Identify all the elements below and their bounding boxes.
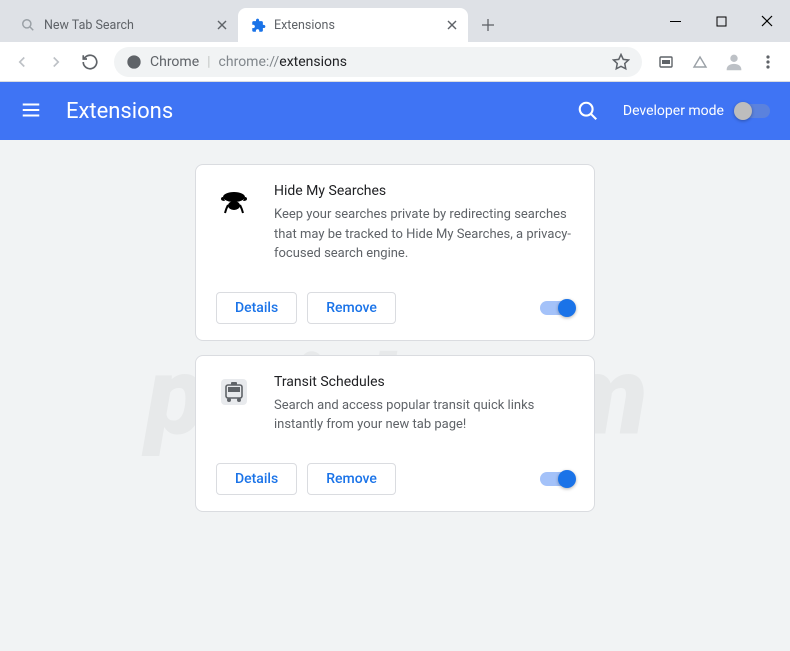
- hamburger-menu-icon[interactable]: [20, 99, 44, 123]
- url-browser-label: Chrome: [150, 54, 199, 70]
- page-title: Extensions: [66, 99, 577, 124]
- url-text: chrome://extensions: [219, 54, 347, 70]
- extension-description: Keep your searches private by redirectin…: [274, 205, 574, 264]
- address-bar[interactable]: Chrome | chrome://extensions: [114, 47, 642, 77]
- back-button[interactable]: [6, 46, 38, 78]
- minimize-button[interactable]: [652, 0, 698, 42]
- extension-card: Hide My Searches Keep your searches priv…: [195, 164, 595, 341]
- browser-titlebar: New Tab Search Extensions: [0, 0, 790, 42]
- developer-mode-toggle[interactable]: [736, 104, 770, 118]
- close-window-button[interactable]: [744, 0, 790, 42]
- search-icon: [20, 17, 36, 33]
- extensions-content: pcrisk.com Hide My Searches Keep your se…: [0, 140, 790, 651]
- search-icon[interactable]: [577, 100, 599, 122]
- close-icon[interactable]: [444, 17, 460, 33]
- extension-logo-icon: [216, 183, 252, 219]
- extension-logo-icon: [216, 374, 252, 410]
- browser-tab[interactable]: New Tab Search: [8, 8, 238, 42]
- developer-mode-label: Developer mode: [623, 103, 724, 119]
- chrome-icon: [126, 54, 142, 70]
- tab-title: New Tab Search: [44, 18, 214, 33]
- address-toolbar: Chrome | chrome://extensions: [0, 42, 790, 82]
- extension-icon-2[interactable]: [684, 46, 716, 78]
- profile-avatar-icon[interactable]: [718, 46, 750, 78]
- puzzle-icon: [250, 17, 266, 33]
- extension-name: Transit Schedules: [274, 374, 574, 390]
- bookmark-star-icon[interactable]: [612, 53, 630, 71]
- forward-button[interactable]: [40, 46, 72, 78]
- enable-toggle[interactable]: [540, 472, 574, 486]
- details-button[interactable]: Details: [216, 463, 297, 495]
- separator: |: [207, 54, 210, 70]
- close-icon[interactable]: [214, 17, 230, 33]
- extension-icon-1[interactable]: [650, 46, 682, 78]
- enable-toggle[interactable]: [540, 301, 574, 315]
- window-controls: [652, 0, 790, 42]
- extension-description: Search and access popular transit quick …: [274, 396, 574, 435]
- extension-card: Transit Schedules Search and access popu…: [195, 355, 595, 512]
- maximize-button[interactable]: [698, 0, 744, 42]
- details-button[interactable]: Details: [216, 292, 297, 324]
- remove-button[interactable]: Remove: [307, 463, 396, 495]
- tab-title: Extensions: [274, 18, 444, 33]
- browser-tab-active[interactable]: Extensions: [238, 8, 468, 42]
- extensions-header: Extensions Developer mode: [0, 82, 790, 140]
- menu-icon[interactable]: [752, 46, 784, 78]
- remove-button[interactable]: Remove: [307, 292, 396, 324]
- new-tab-button[interactable]: [474, 11, 502, 39]
- reload-button[interactable]: [74, 46, 106, 78]
- extension-name: Hide My Searches: [274, 183, 574, 199]
